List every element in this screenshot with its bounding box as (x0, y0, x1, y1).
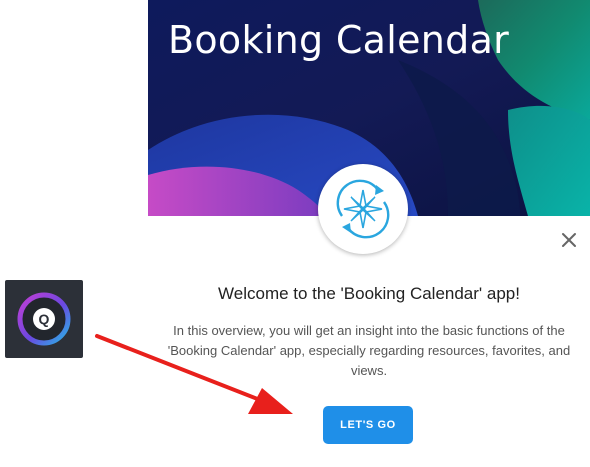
close-icon (562, 233, 576, 247)
page: Booking Calendar Q Welcome to the 'Booki… (0, 0, 590, 467)
close-button[interactable] (559, 230, 579, 250)
compass-cycle-icon (336, 179, 390, 239)
intro-text: In this overview, you will get an insigh… (167, 323, 571, 378)
app-logo-badge (318, 164, 408, 254)
lets-go-button[interactable]: LET'S GO (323, 406, 413, 444)
q-logo-icon: Q (17, 292, 71, 346)
welcome-title: Welcome to the 'Booking Calendar' app! (218, 284, 520, 303)
app-tile[interactable]: Q (5, 280, 83, 358)
q-logo-letter: Q (39, 311, 50, 327)
hero-title: Booking Calendar (168, 18, 510, 62)
